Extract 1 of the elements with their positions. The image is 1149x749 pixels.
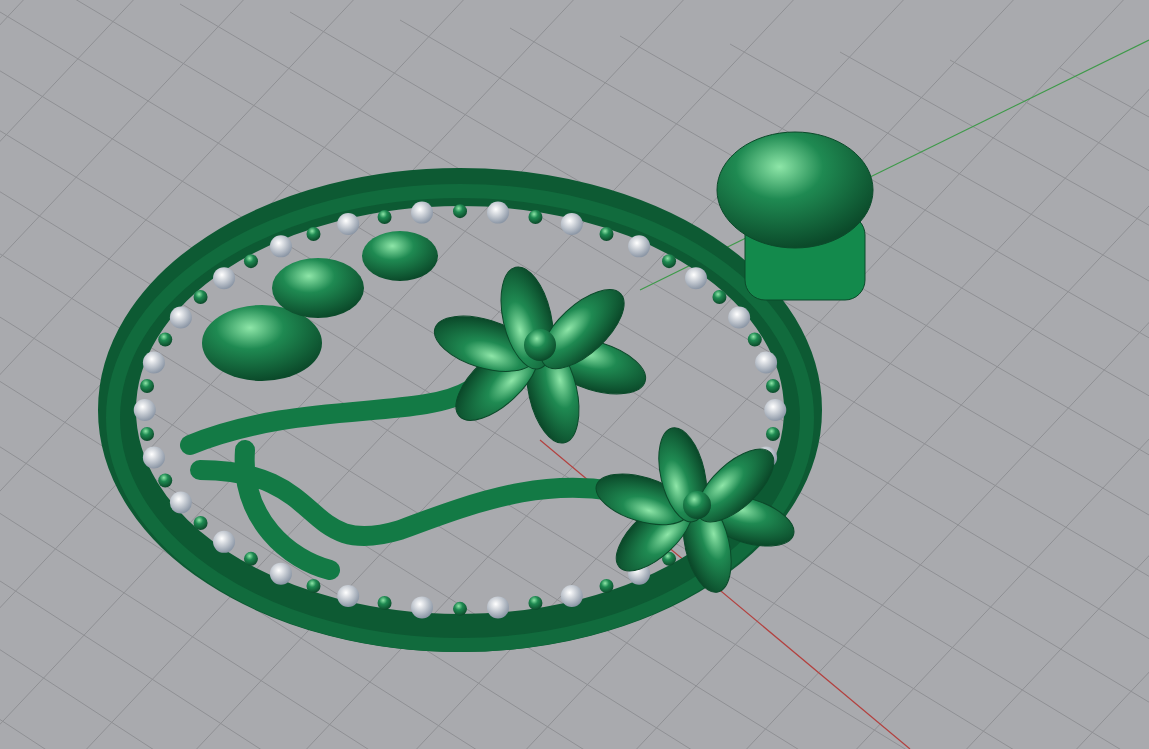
cad-viewport[interactable] — [0, 0, 1149, 749]
